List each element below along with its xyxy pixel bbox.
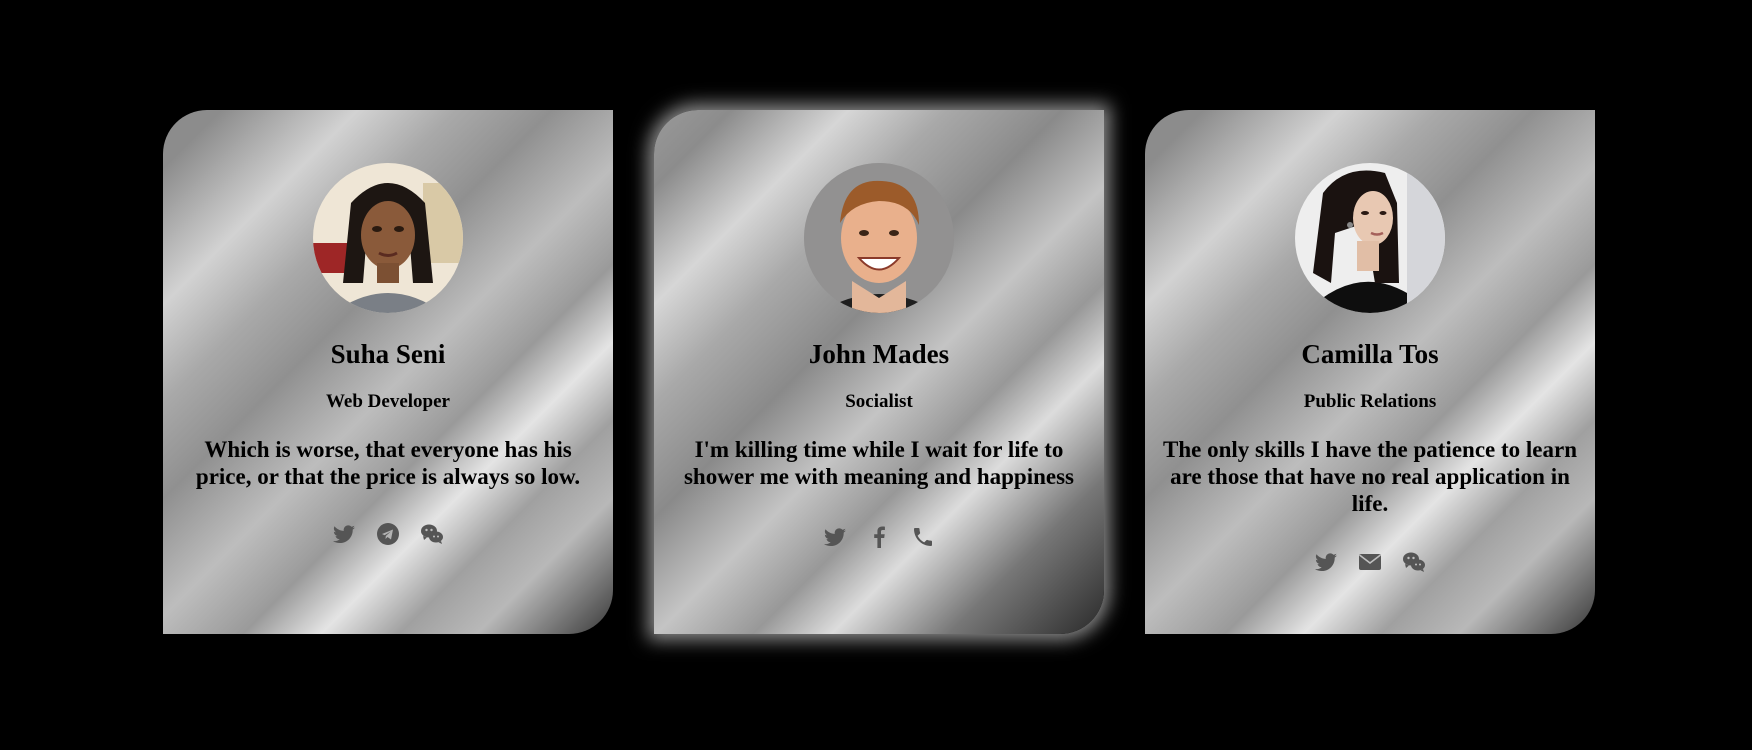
social-links xyxy=(163,522,613,546)
twitter-icon[interactable] xyxy=(823,525,847,549)
profile-role: Public Relations xyxy=(1303,391,1437,412)
profile-role: Web Developer xyxy=(325,391,450,412)
telegram-icon[interactable] xyxy=(376,522,400,546)
twitter-icon[interactable] xyxy=(1314,550,1338,574)
envelope-icon[interactable] xyxy=(1358,550,1382,574)
profile-name: John Mades xyxy=(808,339,950,369)
wechat-icon[interactable] xyxy=(1402,550,1426,574)
facebook-icon[interactable] xyxy=(867,525,891,549)
twitter-icon[interactable] xyxy=(332,522,356,546)
profile-name: Camilla Tos xyxy=(1301,339,1439,369)
social-links xyxy=(1145,550,1595,574)
social-links xyxy=(654,525,1104,549)
profile-quote: Which is worse, that everyone has his pr… xyxy=(195,437,581,489)
avatar xyxy=(1295,163,1445,313)
profile-card-suha-seni[interactable]: Suha Seni Web Developer Which is worse, … xyxy=(163,110,613,634)
profile-role: Socialist xyxy=(845,391,913,412)
profile-card-camilla-tos[interactable]: Camilla Tos Public Relations The only sk… xyxy=(1145,110,1595,634)
profile-quote: The only skills I have the patience to l… xyxy=(1162,437,1577,516)
card-gallery: Suha Seni Web Developer Which is worse, … xyxy=(0,0,1752,750)
wechat-icon[interactable] xyxy=(420,522,444,546)
profile-card-john-mades[interactable]: John Mades Socialist I'm killing time wh… xyxy=(654,110,1104,634)
avatar xyxy=(313,163,463,313)
avatar xyxy=(804,163,954,313)
phone-icon[interactable] xyxy=(911,525,935,549)
profile-name: Suha Seni xyxy=(330,339,446,369)
profile-quote: I'm killing time while I wait for life t… xyxy=(683,437,1074,489)
